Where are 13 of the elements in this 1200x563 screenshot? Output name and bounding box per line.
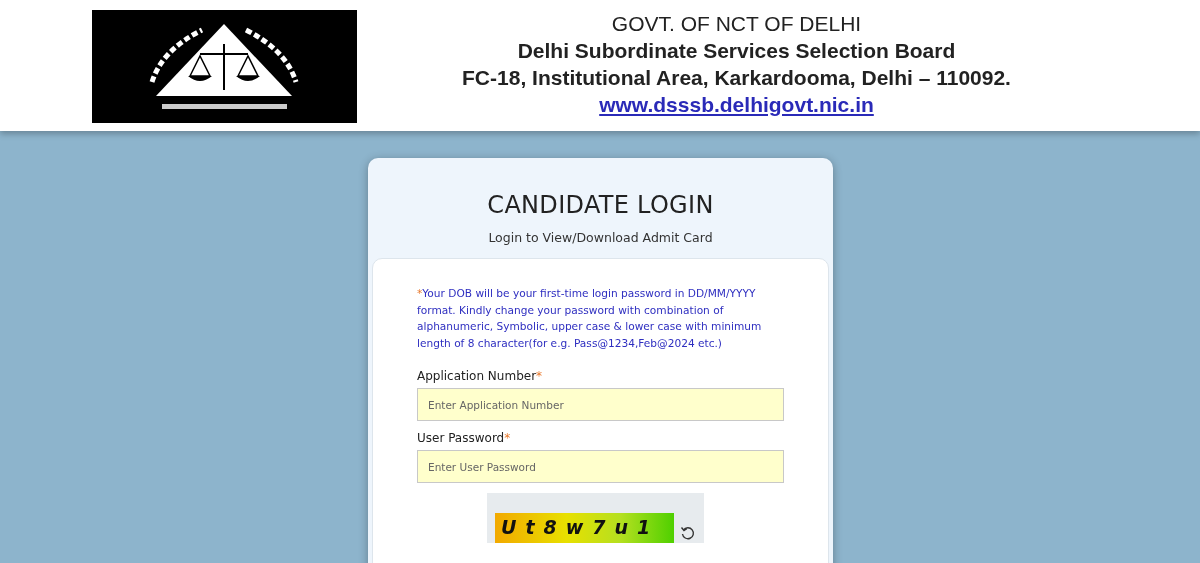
input-field[interactable]: Enter User Password	[417, 450, 784, 483]
field-label: Application Number*	[417, 369, 544, 383]
refresh-icon[interactable]	[680, 525, 696, 541]
captcha-image: Ut8w7u1	[495, 513, 675, 543]
header-text: GOVT. OF NCT OF DELHI	[611, 11, 862, 37]
input-field[interactable]: Enter Application Number	[417, 388, 784, 421]
website-link[interactable]: www.dsssb.delhigovt.nic.in	[599, 91, 874, 118]
password-notice: *Your DOB will be your first-time login password in DD/MM/YYYY format. Kindly change your password with combination of alphanumeric, Symbolic, upper case & lower case with minimum length of 8 character(for e.g. Pass@1234,Feb@2024 etc.)	[417, 286, 763, 351]
field-label: User Password*	[417, 431, 512, 445]
login-subtitle: Login to View/Download Admit Card	[488, 230, 713, 245]
header-text: FC-18, Institutional Area, Karkardooma, Delhi – 110092.	[462, 65, 1011, 91]
login-title: CANDIDATE LOGIN	[487, 190, 714, 221]
header-text: Delhi Subordinate Services Selection Board	[517, 38, 956, 64]
